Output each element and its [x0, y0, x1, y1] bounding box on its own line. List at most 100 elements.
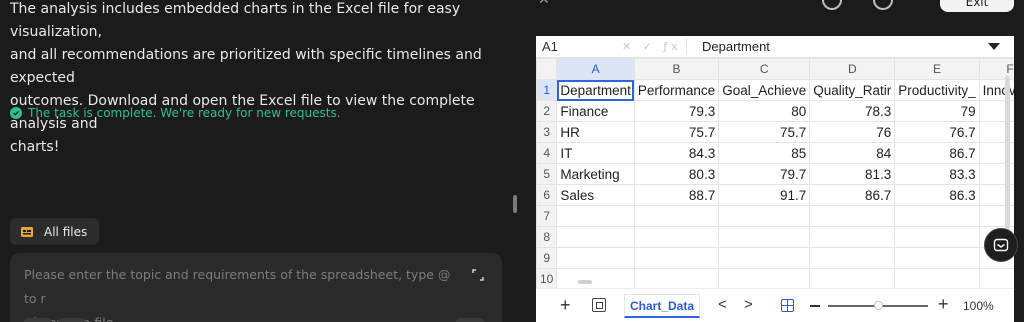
chevron-down-icon[interactable] — [988, 43, 1000, 50]
all-files-label: All files — [44, 224, 88, 239]
cell[interactable] — [633, 268, 720, 290]
tab-chart-data[interactable]: Chart_Data — [624, 294, 700, 318]
cell[interactable] — [978, 268, 1014, 290]
sheet-list-icon[interactable] — [592, 298, 606, 312]
cell[interactable] — [894, 247, 980, 269]
cell[interactable] — [809, 226, 896, 248]
cell[interactable] — [556, 205, 635, 227]
cell[interactable]: 85 — [718, 142, 811, 164]
cell[interactable]: 79 — [894, 100, 980, 122]
cell[interactable]: Marketing — [556, 163, 635, 185]
cell[interactable]: 79.3 — [633, 100, 720, 122]
cell-reference[interactable]: A1 — [542, 39, 558, 54]
feedback-button[interactable] — [984, 228, 1018, 262]
cell[interactable] — [718, 205, 811, 227]
check-circle-icon — [10, 107, 22, 119]
cell[interactable]: Productivity_ — [894, 79, 980, 101]
cell[interactable] — [556, 226, 635, 248]
horizontal-scrollbar[interactable] — [578, 280, 592, 284]
send-button[interactable] — [456, 318, 484, 322]
cell[interactable] — [809, 247, 896, 269]
cell[interactable]: 75.7 — [718, 121, 811, 143]
cell[interactable]: 78.3 — [809, 100, 896, 122]
row-header[interactable]: 7 — [536, 205, 558, 227]
tool-button[interactable] — [58, 318, 86, 322]
cell[interactable] — [894, 226, 980, 248]
column-header[interactable]: A — [556, 58, 635, 80]
cell[interactable]: 84 — [809, 142, 896, 164]
exit-button[interactable]: Exit — [940, 0, 1014, 12]
add-sheet-button[interactable]: + — [560, 295, 571, 316]
cell[interactable]: 75.7 — [633, 121, 720, 143]
cell[interactable] — [718, 226, 811, 248]
cell[interactable]: Sales — [556, 184, 635, 206]
row-header[interactable]: 6 — [536, 184, 558, 206]
cell[interactable] — [809, 268, 896, 290]
column-header[interactable]: C — [718, 58, 811, 80]
sheet-toolbar: + Chart_Data < > + 100% — [536, 288, 1014, 322]
info-icon[interactable] — [873, 0, 893, 10]
cell[interactable]: 76 — [809, 121, 896, 143]
column-header[interactable]: D — [809, 58, 896, 80]
next-sheet-button[interactable]: > — [744, 296, 753, 313]
cell[interactable] — [633, 205, 720, 227]
cell[interactable]: Quality_Ratir — [809, 79, 896, 101]
cell[interactable] — [894, 268, 980, 290]
cell[interactable] — [556, 268, 635, 290]
prompt-input[interactable]: Please enter the topic and requirements … — [10, 253, 502, 322]
row-header[interactable]: 10 — [536, 268, 558, 290]
row-header[interactable]: 1 — [536, 79, 558, 101]
attach-button[interactable] — [24, 318, 52, 322]
row-header[interactable]: 2 — [536, 100, 558, 122]
cell[interactable]: 83.3 — [894, 163, 980, 185]
cell[interactable]: 81.3 — [809, 163, 896, 185]
grid-view-icon[interactable] — [781, 299, 794, 312]
zoom-in-button[interactable]: + — [938, 294, 949, 315]
formula-value[interactable]: Department — [702, 39, 770, 54]
row-header[interactable]: 9 — [536, 247, 558, 269]
cell[interactable]: IT — [556, 142, 635, 164]
expand-icon[interactable] — [472, 269, 484, 281]
column-header-row: A B C D E F — [536, 58, 1014, 80]
cell[interactable]: 79.7 — [718, 163, 811, 185]
cell[interactable]: 88.7 — [633, 184, 720, 206]
close-icon[interactable]: ✕ — [538, 0, 550, 8]
cell[interactable]: 84.3 — [633, 142, 720, 164]
prev-sheet-button[interactable]: < — [718, 296, 727, 313]
cell[interactable]: 76.7 — [894, 121, 980, 143]
cell[interactable] — [718, 268, 811, 290]
message-line: and all recommendations are prioritized … — [10, 47, 482, 86]
cell[interactable]: HR — [556, 121, 635, 143]
cell[interactable]: 86.7 — [894, 142, 980, 164]
cell[interactable]: Goal_Achieve — [718, 79, 811, 101]
column-header[interactable]: E — [894, 58, 980, 80]
cell[interactable]: 86.3 — [894, 184, 980, 206]
table-row: 5 Marketing 80.3 79.7 81.3 83.3 7 — [536, 163, 1014, 185]
row-header[interactable]: 3 — [536, 121, 558, 143]
cell[interactable]: Performance — [633, 79, 720, 101]
cell[interactable]: 86.7 — [809, 184, 896, 206]
cell[interactable] — [894, 205, 980, 227]
cell[interactable] — [809, 205, 896, 227]
history-icon[interactable] — [822, 0, 842, 10]
column-header[interactable]: B — [633, 58, 720, 80]
row-header[interactable]: 4 — [536, 142, 558, 164]
zoom-slider-handle[interactable] — [874, 301, 883, 310]
cell[interactable]: Finance — [556, 100, 635, 122]
row-header[interactable]: 8 — [536, 226, 558, 248]
cell[interactable] — [633, 226, 720, 248]
cell[interactable] — [633, 247, 720, 269]
cell[interactable] — [718, 247, 811, 269]
table-row: 7 — [536, 205, 1014, 227]
row-header[interactable]: 5 — [536, 163, 558, 185]
panel-resize-handle[interactable] — [513, 195, 517, 213]
select-all-corner[interactable] — [536, 58, 558, 80]
cell[interactable]: 80.3 — [633, 163, 720, 185]
cell[interactable]: 80 — [718, 100, 811, 122]
vertical-scrollbar[interactable] — [1005, 76, 1010, 246]
cell[interactable]: 91.7 — [718, 184, 811, 206]
all-files-button[interactable]: All files — [10, 218, 100, 245]
zoom-out-button[interactable] — [810, 305, 820, 307]
cell[interactable] — [556, 247, 635, 269]
cell[interactable]: Department — [556, 79, 635, 101]
